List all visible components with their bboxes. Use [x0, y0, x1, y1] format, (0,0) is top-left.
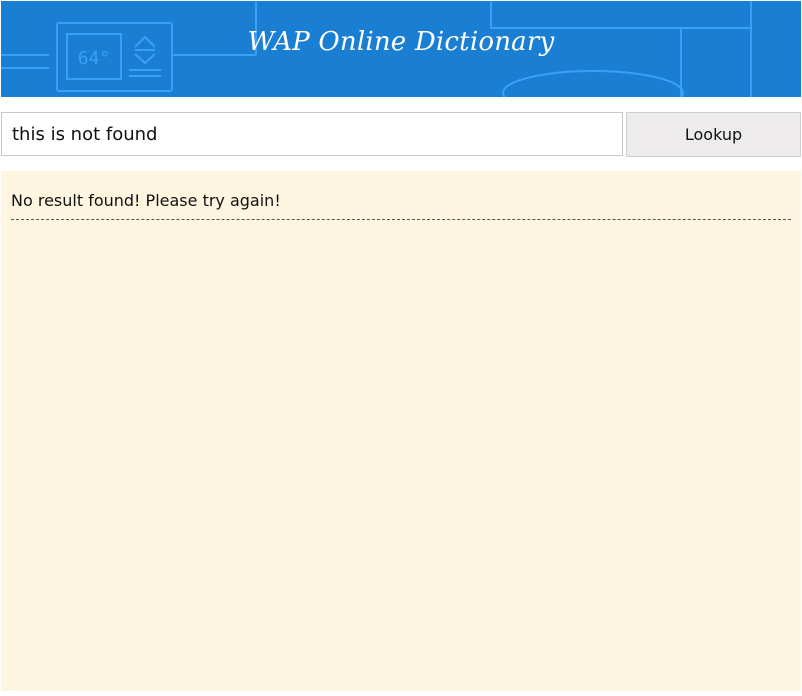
page-title: WAP Online Dictionary	[247, 27, 555, 57]
lookup-button[interactable]: Lookup	[626, 112, 801, 157]
result-message: No result found! Please try again!	[11, 191, 281, 210]
result-divider	[11, 219, 791, 220]
header-banner: 64° WAP Online Dictionary	[1, 1, 801, 97]
search-input[interactable]	[1, 112, 623, 156]
results-panel: No result found! Please try again!	[1, 171, 801, 691]
page: 64° WAP Online Dictionary Lookup No resu…	[0, 0, 802, 696]
